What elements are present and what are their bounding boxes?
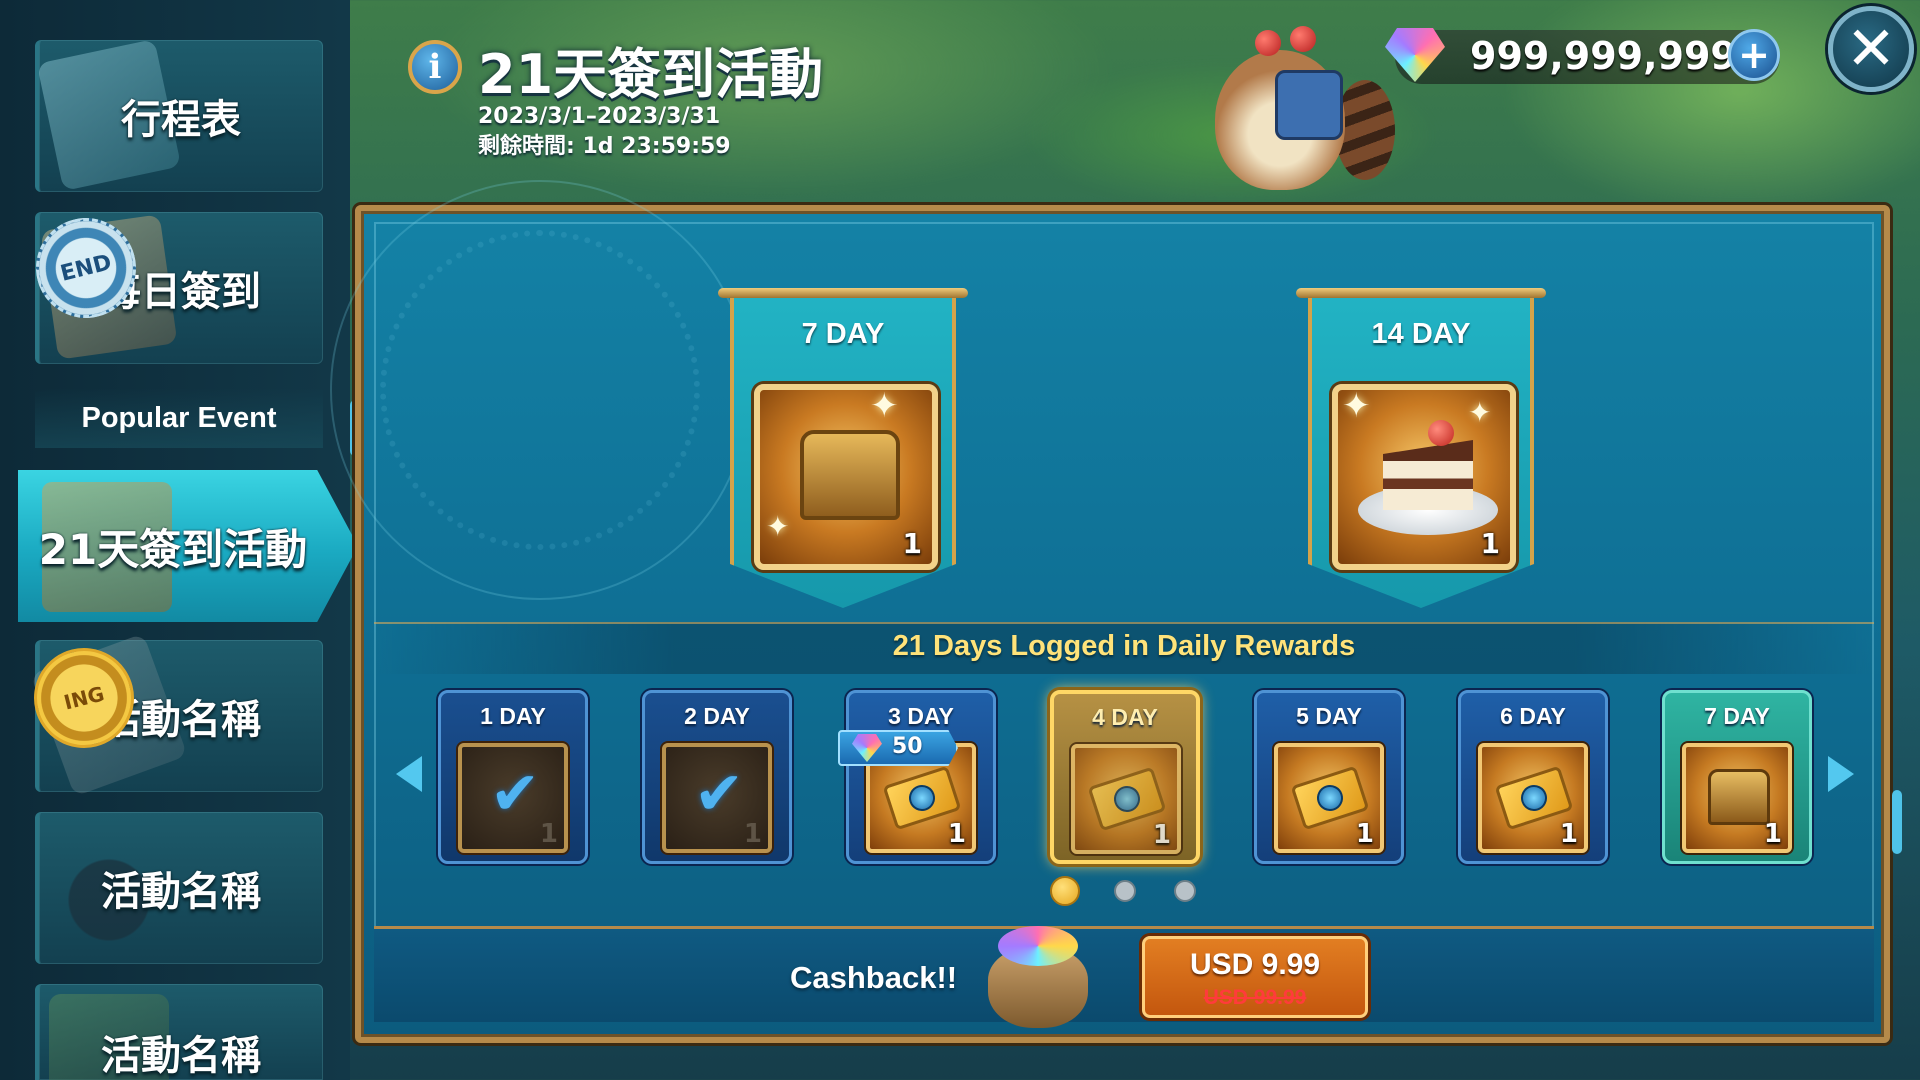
reward-quantity: 1 xyxy=(947,819,966,849)
milestone-label: 7 DAY xyxy=(801,318,885,350)
sparkle-icon: ✦ xyxy=(766,510,790,543)
milestone-reward-slot[interactable]: ✦ ✦ 1 xyxy=(1332,384,1516,570)
offer-bar xyxy=(374,926,1874,1022)
reward-quantity: 1 xyxy=(1559,819,1578,849)
close-icon: ✕ xyxy=(1845,14,1897,84)
sidebar-item-event-3[interactable]: 活動名稱 xyxy=(35,984,323,1080)
sparkle-icon: ✦ xyxy=(1342,386,1371,426)
prev-page-arrow-icon[interactable] xyxy=(396,756,422,792)
gem-pile xyxy=(998,926,1078,966)
raccoon-mascot xyxy=(1195,20,1395,195)
reward-slot: 1 xyxy=(1274,743,1384,853)
day-card-1[interactable]: 1 DAY ✔ 1 xyxy=(438,690,588,864)
purchase-price: USD 9.99 xyxy=(1189,948,1321,981)
day-label: 7 DAY xyxy=(1704,703,1770,729)
reward-quantity: 1 xyxy=(1763,819,1782,849)
daily-rewards-title: 21 Days Logged in Daily Rewards xyxy=(892,630,1356,662)
reward-slot: ✔ 1 xyxy=(662,743,772,853)
sparkle-icon: ✦ xyxy=(870,386,899,426)
check-icon: ✔ xyxy=(693,759,745,829)
gem-amount: 999,999,999 xyxy=(1470,34,1737,78)
reward-quantity: 1 xyxy=(1480,527,1500,560)
day-card-3[interactable]: 3 DAY 1 xyxy=(846,690,996,864)
apple-icon xyxy=(1290,26,1316,52)
check-icon: ✔ xyxy=(489,759,541,829)
sidebar-item-21day-checkin[interactable]: 21天簽到活動 xyxy=(18,470,358,622)
reward-quantity: 1 xyxy=(1355,819,1374,849)
sidebar-item-event-2[interactable]: 活動名稱 xyxy=(35,812,323,964)
sidebar-item-label: 活動名稱 xyxy=(101,869,261,915)
date-range: 2023/3/1–2023/3/31 xyxy=(478,104,721,129)
strawberry-icon xyxy=(1428,420,1454,446)
page-dot-1[interactable] xyxy=(1050,876,1080,906)
day-label: 3 DAY xyxy=(888,703,954,729)
reward-slot: ✔ 1 xyxy=(458,743,568,853)
day-label: 6 DAY xyxy=(1500,703,1566,729)
day-card-6[interactable]: 6 DAY 1 xyxy=(1458,690,1608,864)
reward-slot: 1 xyxy=(1682,743,1792,853)
reward-quantity: 1 xyxy=(743,819,762,849)
day-card-2[interactable]: 2 DAY ✔ 1 xyxy=(642,690,792,864)
day-card-7[interactable]: 7 DAY 1 xyxy=(1662,690,1812,864)
treasure-chest-icon xyxy=(800,430,900,520)
sidebar-item-label: 活動名稱 xyxy=(101,1033,261,1079)
page-dot-2[interactable] xyxy=(1114,880,1136,902)
plus-icon: + xyxy=(1738,33,1770,77)
reward-quantity: 1 xyxy=(902,527,922,560)
tech-circle-decoration xyxy=(380,230,700,550)
reward-quantity: 1 xyxy=(1152,820,1171,850)
add-gems-button[interactable]: + xyxy=(1728,29,1780,81)
reward-quantity: 1 xyxy=(539,819,558,849)
event-dates: 2023/3/1–2023/3/31 剩餘時間: 1d 23:59:59 xyxy=(478,102,731,162)
original-price: USD 99.99 xyxy=(1203,986,1307,1009)
next-page-arrow-icon[interactable] xyxy=(1828,756,1854,792)
cake-icon xyxy=(1383,440,1473,510)
gem-bag-icon xyxy=(978,918,1108,1028)
sparkle-icon: ✦ xyxy=(1468,396,1492,429)
banner-rod xyxy=(1296,288,1546,298)
close-button[interactable]: ✕ xyxy=(1828,6,1914,92)
sidebar-item-label: 行程表 xyxy=(121,97,241,143)
day-card-5[interactable]: 5 DAY 1 xyxy=(1254,690,1404,864)
bonus-gem-amount: 50 xyxy=(892,734,923,759)
reward-slot: 1 xyxy=(1478,743,1588,853)
apple-icon xyxy=(1255,30,1281,56)
sidebar-section-header: Popular Event xyxy=(35,388,323,448)
info-icon[interactable]: i xyxy=(408,40,462,94)
milestone-label: 14 DAY xyxy=(1371,318,1471,350)
milestone-banner-14day[interactable]: 14 DAY ✦ ✦ 1 xyxy=(1296,288,1546,608)
sidebar-item-schedule[interactable]: 行程表 xyxy=(35,38,323,192)
day-label: 4 DAY xyxy=(1092,704,1158,730)
panel-scroll-handle[interactable] xyxy=(1892,790,1902,854)
cashback-label: Cashback!! xyxy=(790,960,958,995)
banner-rod xyxy=(718,288,968,298)
reward-slot: 1 xyxy=(1071,744,1181,854)
milestone-reward-slot[interactable]: ✦ ✦ 1 xyxy=(754,384,938,570)
day-label: 2 DAY xyxy=(684,703,750,729)
day-card-4[interactable]: 4 DAY 1 xyxy=(1050,690,1200,864)
day-label: 5 DAY xyxy=(1296,703,1362,729)
remaining-time: 剩餘時間: 1d 23:59:59 xyxy=(478,134,731,159)
page-dot-3[interactable] xyxy=(1174,880,1196,902)
mascot-backpack xyxy=(1275,70,1343,140)
milestone-banner-7day[interactable]: 7 DAY ✦ ✦ 1 xyxy=(718,288,968,608)
treasure-chest-icon xyxy=(1708,769,1770,825)
day-label: 1 DAY xyxy=(480,703,546,729)
sidebar-item-label: 21天簽到活動 xyxy=(38,524,308,574)
page-title: 21天簽到活動 xyxy=(478,43,824,106)
